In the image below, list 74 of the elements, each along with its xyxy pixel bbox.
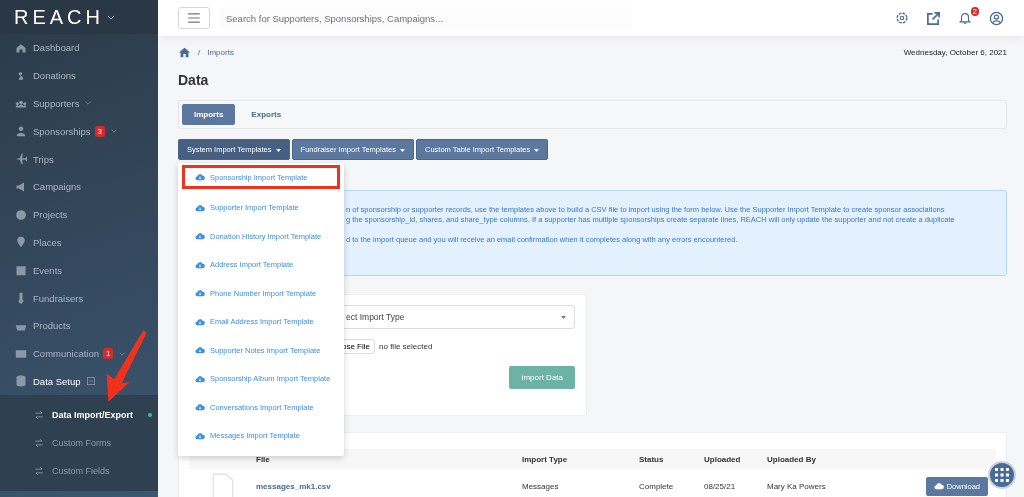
menu-item-icon [15, 125, 27, 138]
cloud-download-icon [195, 260, 205, 269]
menu-item-icon [15, 180, 27, 193]
sidebar-item[interactable]: Fundraisers [0, 284, 158, 312]
menu-item-icon [15, 208, 27, 221]
menu-item-icon [15, 375, 27, 388]
caret-icon [275, 148, 281, 152]
menu-item-icon [15, 236, 27, 249]
count-badge: 1 [103, 348, 114, 360]
chevron-down-icon[interactable] [107, 14, 115, 20]
table-cell-text: Mary Ka Powers [767, 481, 827, 491]
menu-item-icon [15, 153, 27, 166]
menu-button[interactable] [178, 7, 210, 29]
column-header: Uploaded By [767, 454, 817, 464]
sidebar-item[interactable]: Trips [0, 145, 158, 173]
sidebar-item[interactable]: Dashboard [0, 34, 158, 62]
grid-icon [995, 468, 1009, 482]
sidebar-subitem[interactable]: Custom Forms [0, 429, 158, 457]
column-header: Status [639, 454, 665, 464]
cloud-download-icon [195, 289, 205, 298]
menu-icon [187, 13, 201, 23]
submenu-icon [34, 438, 44, 449]
cloud-download-icon [195, 173, 205, 181]
cloud-download-icon [195, 374, 205, 383]
cloud-download-icon [195, 403, 205, 412]
sidebar-item[interactable]: Supporters [0, 89, 158, 118]
sidebar-item[interactable]: Places [0, 228, 158, 257]
table-cell-text: Complete [639, 481, 675, 491]
cloud-download-icon [195, 232, 205, 241]
notification-badge: 2 [970, 7, 979, 16]
sidebar-item[interactable]: Campaigns [0, 173, 158, 201]
column-header: Import Type [522, 454, 569, 464]
sidebar-item[interactable]: Sponsorships 3 [0, 117, 158, 146]
cloud-icon [933, 482, 944, 490]
breadcrumb-link[interactable]: Imports [207, 47, 234, 57]
breadcrumb-separator: / [198, 47, 201, 57]
tab[interactable]: Imports [182, 104, 236, 125]
sidebar-subitem[interactable]: Custom Fields [0, 456, 158, 485]
sidebar-item[interactable]: Projects [0, 200, 158, 229]
caret-icon [561, 315, 566, 319]
sidebar-subitem[interactable]: Data Import/Export [0, 401, 158, 430]
external-link-icon[interactable] [926, 10, 941, 26]
count-badge: 3 [94, 125, 105, 137]
import-data-button[interactable]: Import Data [509, 366, 575, 389]
cloud-download-icon [195, 317, 205, 326]
caret-icon [399, 148, 405, 152]
caret-icon [534, 148, 540, 152]
submenu-icon [34, 410, 44, 421]
page-title: Data [178, 72, 210, 88]
settings-icon[interactable] [895, 11, 909, 25]
notification-icon[interactable] [958, 11, 972, 25]
sidebar-item[interactable]: Donations [0, 61, 158, 90]
column-header: Uploaded [704, 454, 742, 464]
tab[interactable]: Exports [239, 104, 294, 125]
file-status-text: no file selected [379, 342, 433, 351]
user-icon[interactable] [989, 10, 1004, 26]
table-cell-text: Messages [522, 481, 560, 491]
table-cell-text: 08/25/21 [704, 481, 737, 491]
cloud-download-icon [195, 203, 205, 212]
sidebar-item[interactable]: Data Setup [0, 367, 158, 396]
date-text: Wednesday, October 6, 2021 [903, 47, 1007, 57]
home-icon[interactable] [178, 46, 191, 58]
column-header: File [256, 454, 271, 464]
menu-item-icon [15, 264, 27, 277]
submenu-icon [34, 465, 44, 476]
file-link[interactable]: messages_mk1.csv [256, 481, 522, 491]
sidebar-item[interactable]: Products [0, 311, 158, 340]
apps-button[interactable] [988, 461, 1016, 489]
active-dot [148, 413, 152, 418]
sidebar-item[interactable]: Communication 1 [0, 339, 158, 368]
menu-item-icon [15, 347, 27, 360]
cloud-download-icon [195, 346, 205, 355]
sidebar-item[interactable]: Events [0, 256, 158, 285]
cloud-download-icon [195, 431, 205, 440]
